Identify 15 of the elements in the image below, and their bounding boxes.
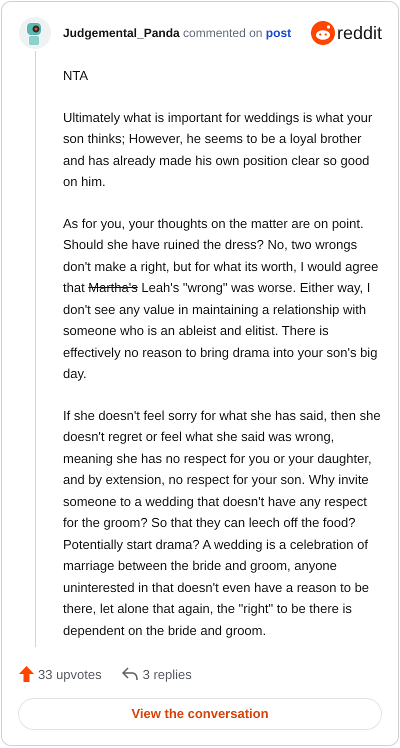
comment-paragraph: Ultimately what is important for weddings is what your son thinks; However, he seems to be a loyal brother and has already made his own position clear so good on him. <box>63 108 374 191</box>
view-conversation-button[interactable]: View the conversation <box>18 698 382 730</box>
comment-paragraph: NTA <box>63 67 90 85</box>
comment-paragraph: As for you, your thoughts on the matter are on point. Should she have ruined the dress? No, two wrongs don't make a right, but for what its worth, I would agree that Martha's Leah's "wrong" was worse. Either way, I don't see any value in maintaining a relationship with someone who is an ableist and elitist. There is effectively no reason to bring drama into your son's big day. <box>63 214 380 383</box>
post-link[interactable]: post <box>266 26 292 40</box>
avatar-icon <box>19 17 51 49</box>
author-name[interactable]: Judgemental_Panda <box>63 26 180 40</box>
comment-paragraph: If she doesn't feel sorry for what she has said, then she doesn't regret or feel what she said was wrong, meaning she has no respect for you or your daughter, and by extension, no respect for your son. Why invite someone to a wedding that doesn't have any respect for the groom? So that they can leech off the food? Potentially start drama? A wedding is a celebration of marriage between the bride and groom, anyone uninterested in that doesn't even have a reason to be there, let alone that again, the "right" to be there is dependent on the bride and groom. <box>63 406 382 640</box>
reply-count: 3 replies <box>142 666 192 684</box>
upvote-count: 33 upvotes <box>38 666 102 684</box>
reddit-logo-icon <box>310 21 335 45</box>
action-text: commented on <box>183 26 262 40</box>
brand-name: reddit <box>336 24 382 42</box>
upvote-arrow-icon <box>19 666 34 682</box>
reply-arrow-icon <box>122 667 138 682</box>
